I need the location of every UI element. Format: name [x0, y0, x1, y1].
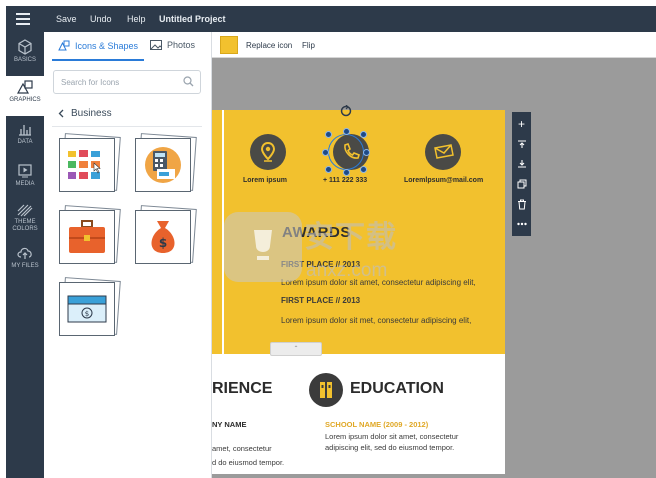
icon-card-money-bag[interactable]: $	[135, 205, 197, 264]
education-text-2: adipiscing elit, sed do eiusmod tempor.	[325, 443, 455, 452]
briefcase-icon	[69, 220, 105, 253]
tab-icons-shapes[interactable]: Icons & Shapes	[58, 40, 138, 51]
send-backward-icon[interactable]	[512, 154, 531, 174]
rotate-handle-icon[interactable]	[340, 105, 352, 117]
hamburger-menu-icon[interactable]	[16, 13, 30, 25]
delete-icon[interactable]	[512, 194, 531, 214]
shapes-icon	[16, 80, 33, 94]
icon-card-cash[interactable]: $	[59, 277, 121, 336]
rail-item-my-files[interactable]: MY FILES	[6, 242, 44, 282]
graphics-panel: Icons & Shapes Photos Business	[44, 32, 212, 478]
calculator-icon	[145, 147, 181, 183]
section-resize-handle[interactable]: ⌃	[270, 342, 322, 356]
school-name: SCHOOL NAME (2009 - 2012)	[325, 420, 429, 429]
experience-text-2: d do eiusmod tempor.	[212, 458, 285, 467]
active-tab-indicator	[52, 59, 144, 61]
left-rail: BASICS GRAPHICS DATA MEDIA THEME COLORS …	[6, 32, 44, 478]
rail-item-graphics[interactable]: GRAPHICS	[6, 76, 44, 116]
watermark-text: 安下载	[304, 221, 397, 254]
rail-label: DATA	[17, 139, 33, 145]
undo-menu[interactable]: Undo	[90, 14, 112, 24]
rail-label: MY FILES	[11, 263, 39, 269]
add-icon[interactable]: +	[512, 114, 531, 134]
more-options-icon[interactable]	[512, 214, 531, 234]
selection-handle[interactable]	[363, 149, 370, 156]
icon-card-calculator[interactable]	[135, 133, 197, 192]
books-icon	[309, 373, 343, 407]
contact-location: Lorem ipsum	[243, 177, 287, 184]
category-title: Business	[71, 108, 112, 119]
category-back-button[interactable]: Business	[58, 108, 112, 119]
rail-label: THEME COLORS	[12, 219, 38, 232]
svg-text:$: $	[85, 310, 89, 318]
tab-label: Photos	[167, 40, 196, 50]
icon-card-office[interactable]	[59, 133, 121, 192]
contact-phone: + 111 222 333	[323, 177, 368, 184]
bring-forward-icon[interactable]	[512, 134, 531, 154]
selection-handle[interactable]	[360, 166, 367, 173]
location-pin-icon[interactable]	[250, 134, 286, 170]
cash-stack-icon: $	[67, 295, 107, 323]
color-swatch[interactable]	[220, 36, 238, 54]
duplicate-icon[interactable]	[512, 174, 531, 194]
stripes-icon	[17, 204, 33, 217]
watermark-url: anxz.com	[306, 260, 388, 281]
chart-icon	[19, 125, 31, 136]
search-icon[interactable]	[183, 76, 194, 87]
chevron-left-icon	[58, 109, 64, 118]
rail-item-data[interactable]: DATA	[6, 118, 44, 158]
rail-label: MEDIA	[15, 181, 35, 187]
project-title[interactable]: Untitled Project	[159, 14, 226, 24]
award-text-2: Lorem ipsum dolor sit met, consectetur a…	[281, 316, 472, 325]
education-title: EDUCATION	[350, 380, 444, 397]
rail-label: BASICS	[13, 57, 36, 63]
selection-handle[interactable]	[325, 131, 332, 138]
rail-item-media[interactable]: MEDIA	[6, 160, 44, 200]
office-items-icon	[68, 150, 101, 179]
help-menu[interactable]: Help	[127, 14, 146, 24]
contact-email: Loremlpsum@mail.com	[404, 177, 484, 184]
money-bag-icon: $	[151, 221, 175, 253]
top-bar: Save Undo Help Untitled Project	[6, 6, 656, 32]
rail-item-basics[interactable]: BASICS	[6, 36, 44, 76]
cube-icon	[18, 39, 32, 55]
rail-item-theme-colors[interactable]: THEME COLORS	[6, 200, 44, 246]
selection-handle[interactable]	[343, 169, 350, 176]
experience-title: RIENCE	[212, 380, 273, 397]
selection-handle[interactable]	[343, 128, 350, 135]
education-text-1: Lorem ipsum dolor sit amet, consectetur	[325, 432, 459, 441]
canvas-toolbar: Replace icon Flip	[212, 32, 656, 58]
icon-card-briefcase[interactable]	[59, 205, 121, 264]
tab-photos[interactable]: Photos	[150, 40, 195, 50]
cloud-upload-icon	[17, 247, 32, 259]
element-tools: +	[512, 112, 531, 236]
image-icon	[150, 40, 162, 50]
rail-label: GRAPHICS	[9, 97, 41, 103]
award-place-2: FIRST PLACE // 2013	[281, 296, 361, 305]
selection-handle[interactable]	[322, 149, 329, 156]
play-icon	[18, 164, 32, 178]
save-menu[interactable]: Save	[56, 14, 77, 24]
replace-icon-button[interactable]: Replace icon	[246, 41, 292, 50]
divider	[52, 126, 202, 127]
search-input[interactable]	[61, 72, 179, 92]
flip-button[interactable]: Flip	[302, 41, 315, 50]
watermark-logo	[224, 212, 302, 282]
email-icon[interactable]	[425, 134, 461, 170]
svg-text:$: $	[159, 236, 167, 250]
search-box	[53, 70, 201, 94]
company-name: NY NAME	[212, 420, 247, 429]
selection-handle[interactable]	[360, 131, 367, 138]
selection-outline	[328, 134, 364, 170]
shapes-icon	[58, 40, 70, 51]
selection-handle[interactable]	[325, 166, 332, 173]
experience-text-1: amet, consectetur	[212, 444, 272, 453]
app-window: Save Undo Help Untitled Project BASICS G…	[6, 6, 656, 478]
tab-label: Icons & Shapes	[75, 40, 139, 51]
